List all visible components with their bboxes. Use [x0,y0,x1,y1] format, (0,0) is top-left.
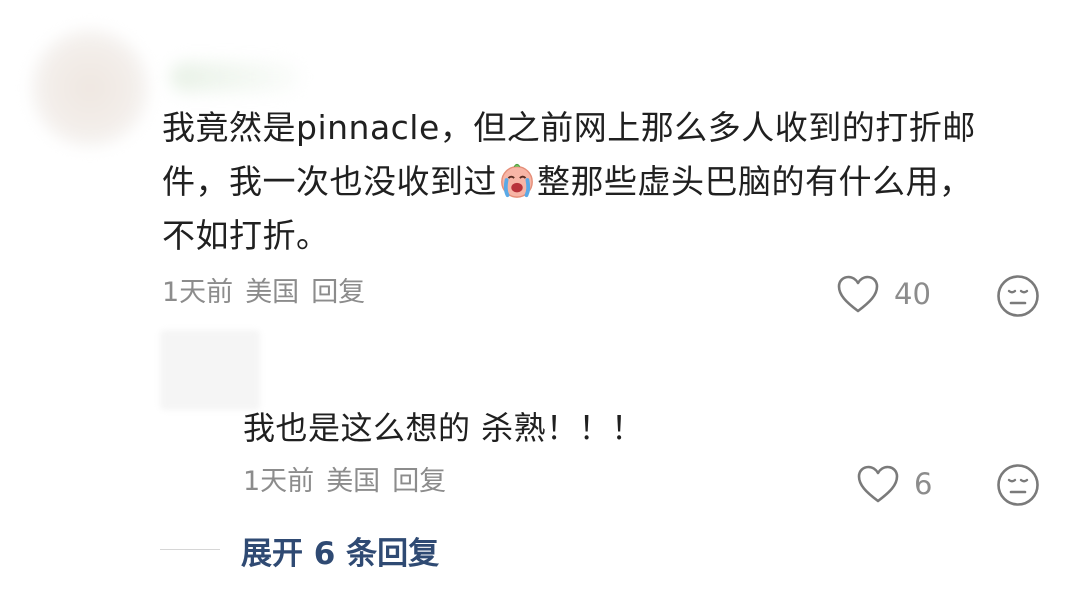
dislike-face-icon[interactable] [996,274,1040,318]
comment-time: 1天前 [162,277,234,308]
reply-like-button[interactable]: 6 [856,464,932,504]
expand-replies-button[interactable]: 展开 6 条回复 [241,528,439,573]
comment-meta: 1天前 美国 回复 [162,276,377,310]
heart-icon [837,275,879,313]
avatar[interactable] [30,28,150,148]
reply-reply-button[interactable]: 回复 [392,466,446,497]
author-name-blurred[interactable] [170,62,300,92]
reply-body: 我也是这么想的 杀熟！！！ [243,409,644,447]
comment-thread: 我竟然是pinnacle，但之前网上那么多人收到的打折邮 件，我一次也没收到过 … [0,0,1080,600]
reply-button[interactable]: 回复 [311,277,365,308]
reply-meta: 1天前 美国 回复 [243,465,458,499]
comment-line-1: 我竟然是pinnacle，但之前网上那么多人收到的打折邮 [162,108,976,147]
comment-location: 美国 [245,277,300,308]
reply-time: 1天前 [243,466,315,497]
expand-divider [160,549,220,550]
heart-icon [857,465,899,503]
comment-body: 我竟然是pinnacle，但之前网上那么多人收到的打折邮 件，我一次也没收到过 … [162,101,976,263]
reply-author-blurred[interactable] [160,330,260,410]
reply-dislike-face-icon[interactable] [996,463,1040,507]
like-button[interactable]: 40 [836,274,931,314]
crying-face-emoji [501,163,533,198]
reply-location: 美国 [326,466,381,497]
comment-line-2: 件，我一次也没收到过 整那些虚头巴脑的有什么用， [162,162,973,201]
reply-like-count: 6 [914,467,933,501]
like-count: 40 [894,277,931,311]
comment-line-3: 不如打折。 [162,216,330,255]
